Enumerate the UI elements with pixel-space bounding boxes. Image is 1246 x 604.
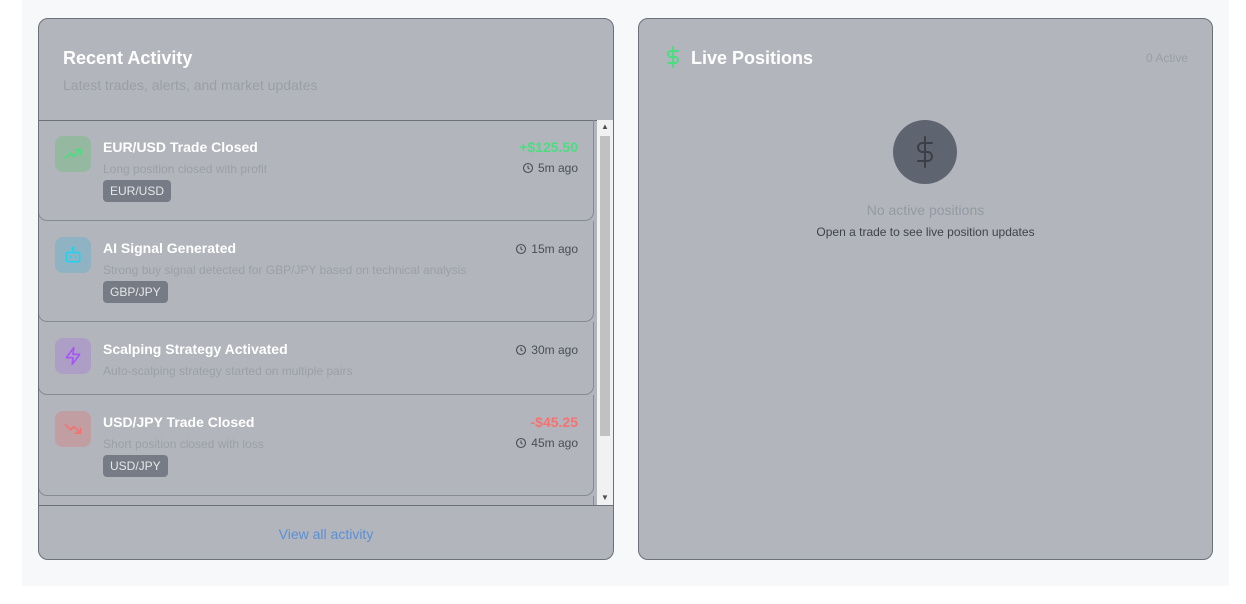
clock-icon	[516, 344, 527, 356]
clock-icon	[516, 243, 527, 255]
pair-tag: EUR/USD	[103, 180, 172, 202]
list-item[interactable]	[39, 496, 594, 505]
item-title: Scalping Strategy Activated	[103, 341, 288, 357]
item-time: 45m ago	[515, 436, 578, 450]
activity-scrollbar[interactable]: ▲ ▼	[597, 120, 613, 505]
profit-amount: +$125.50	[519, 139, 578, 155]
active-count: 0 Active	[1145, 51, 1188, 65]
item-time: 5m ago	[522, 161, 578, 175]
activity-footer: View all activity	[39, 505, 613, 559]
item-description: Strong buy signal detected for GBP/JPY b…	[103, 263, 467, 277]
loss-amount: -$45.25	[530, 414, 578, 430]
view-all-activity-link[interactable]: View all activity	[39, 526, 613, 542]
empty-state-dollar-icon	[893, 120, 957, 184]
clock-icon	[516, 437, 527, 449]
recent-activity-card: Recent Activity Latest trades, alerts, a…	[38, 18, 614, 560]
item-title: AI Signal Generated	[103, 240, 237, 256]
scroll-down-arrow-icon[interactable]: ▼	[597, 491, 613, 505]
item-time-label: 45m ago	[531, 436, 578, 450]
empty-state-subtitle: Open a trade to see live position update…	[816, 225, 1035, 239]
item-description: Auto-scalping strategy started on multip…	[103, 364, 353, 378]
clock-icon	[522, 162, 534, 174]
recent-activity-title: Recent Activity	[63, 48, 193, 68]
recent-activity-header: Recent Activity Latest trades, alerts, a…	[39, 19, 613, 121]
activity-list[interactable]: EUR/USD Trade Closed Long position close…	[39, 120, 597, 505]
item-description: Short position closed with loss	[103, 437, 264, 451]
item-description: Long position closed with profit	[103, 162, 268, 176]
trending-up-icon	[55, 136, 91, 172]
scrollbar-thumb[interactable]	[600, 136, 610, 436]
live-positions-title: Live Positions	[691, 48, 814, 68]
item-time-label: 15m ago	[531, 242, 578, 256]
list-item[interactable]: AI Signal Generated Strong buy signal de…	[39, 221, 594, 322]
dollar-icon	[665, 46, 681, 73]
pair-tag: USD/JPY	[103, 455, 168, 477]
item-title: EUR/USD Trade Closed	[103, 139, 258, 155]
item-time-label: 5m ago	[537, 161, 578, 175]
list-item[interactable]: USD/JPY Trade Closed Short position clos…	[39, 395, 594, 496]
item-time: 30m ago	[515, 343, 578, 357]
item-time-label: 30m ago	[531, 343, 578, 357]
item-title: USD/JPY Trade Closed	[103, 414, 255, 430]
scroll-up-arrow-icon[interactable]: ▲	[597, 120, 613, 134]
item-time: 15m ago	[515, 242, 578, 256]
list-item[interactable]: EUR/USD Trade Closed Long position close…	[39, 120, 594, 221]
empty-state-title: No active positions	[866, 202, 985, 218]
zap-icon	[55, 338, 91, 374]
trending-down-icon	[55, 411, 91, 447]
pair-tag: GBP/JPY	[103, 281, 168, 303]
recent-activity-subtitle: Latest trades, alerts, and market update…	[63, 77, 318, 93]
bot-icon	[55, 237, 91, 273]
live-positions-card: Live Positions 0 Active No active positi…	[638, 18, 1213, 560]
list-item[interactable]: Scalping Strategy Activated Auto-scalpin…	[39, 322, 594, 395]
dashboard-panels: Recent Activity Latest trades, alerts, a…	[22, 0, 1229, 586]
